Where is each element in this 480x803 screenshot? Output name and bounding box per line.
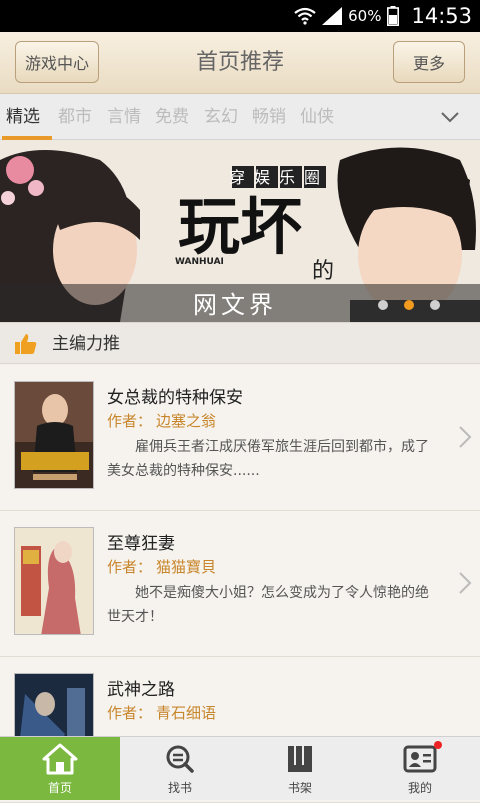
tab-xianxia[interactable]: 仙侠 bbox=[300, 94, 334, 140]
bottom-navigation: 首页 找书 书架 我的 bbox=[0, 736, 480, 800]
book-title: 女总裁的特种保安 bbox=[107, 383, 243, 408]
nav-profile[interactable]: 我的 bbox=[360, 737, 480, 800]
banner-de: 的 bbox=[312, 259, 334, 284]
book-author: 作者：猫猫寶貝 bbox=[107, 556, 216, 577]
book-title: 武神之路 bbox=[107, 675, 175, 700]
carousel-dot[interactable] bbox=[378, 300, 388, 310]
nav-label: 书架 bbox=[240, 779, 360, 796]
book-cover bbox=[14, 527, 94, 635]
list-item-book-1[interactable]: 女总裁的特种保安 作者：边塞之翁 雇佣兵王者江成厌倦军旅生涯后回到都市，成了美女… bbox=[0, 365, 480, 511]
book-description: 雇佣兵王者江成厌倦军旅生涯后回到都市，成了美女总裁的特种保安...... bbox=[107, 435, 442, 483]
bookshelf-icon bbox=[282, 743, 318, 775]
author-label: 作者： bbox=[107, 558, 152, 576]
section-title: 主编力推 bbox=[52, 323, 120, 365]
tab-fantasy[interactable]: 玄幻 bbox=[204, 94, 238, 140]
status-bar: 60% 14:53 bbox=[0, 0, 480, 32]
book-cover bbox=[14, 381, 94, 489]
nav-home[interactable]: 首页 bbox=[0, 737, 120, 800]
author-name: 青石细语 bbox=[156, 704, 216, 722]
app-header: 首页推荐 游戏中心 更多 bbox=[0, 32, 480, 94]
nav-find-books[interactable]: 找书 bbox=[120, 737, 240, 800]
carousel-dot[interactable] bbox=[430, 300, 440, 310]
nav-label: 我的 bbox=[360, 779, 480, 796]
section-header: 主编力推 bbox=[0, 322, 480, 364]
author-name: 猫猫寶貝 bbox=[156, 558, 216, 576]
author-name: 边塞之翁 bbox=[156, 412, 216, 430]
search-icon bbox=[162, 743, 198, 775]
carousel-dot-active[interactable] bbox=[404, 300, 414, 310]
signal-icon bbox=[322, 7, 342, 25]
author-label: 作者： bbox=[107, 412, 152, 430]
nav-label: 首页 bbox=[0, 779, 120, 796]
chevron-right-icon bbox=[458, 571, 472, 595]
profile-card-icon bbox=[402, 743, 438, 775]
tab-bestseller[interactable]: 畅销 bbox=[252, 94, 286, 140]
book-title: 至尊狂妻 bbox=[107, 529, 175, 554]
category-tabs: 精选 都市 言情 免费 玄幻 畅销 仙侠 bbox=[0, 94, 480, 140]
banner-latin: WANHUAI bbox=[175, 257, 224, 267]
battery-icon bbox=[387, 6, 399, 26]
banner-line1: 穿娱乐圈 bbox=[229, 168, 329, 187]
book-author: 作者：青石细语 bbox=[107, 702, 216, 723]
notification-dot bbox=[434, 741, 442, 749]
book-description: 她不是痴傻大小姐？怎么变成为了令人惊艳的绝世天才！ bbox=[107, 581, 442, 629]
banner-subtitle: 网文界 bbox=[193, 285, 277, 320]
chevron-down-icon[interactable] bbox=[440, 107, 460, 127]
home-icon bbox=[42, 743, 78, 775]
tab-free[interactable]: 免费 bbox=[155, 94, 189, 140]
more-button[interactable]: 更多 bbox=[393, 41, 465, 83]
carousel-indicator bbox=[378, 300, 440, 310]
nav-bookshelf[interactable]: 书架 bbox=[240, 737, 360, 800]
book-author: 作者：边塞之翁 bbox=[107, 410, 216, 431]
game-center-button[interactable]: 游戏中心 bbox=[15, 41, 99, 83]
chevron-right-icon bbox=[458, 425, 472, 449]
tab-featured[interactable]: 精选 bbox=[6, 94, 40, 140]
promo-banner[interactable]: 穿娱乐圈 玩坏 的 WANHUAI 网文界 bbox=[0, 140, 480, 322]
nav-label: 找书 bbox=[120, 779, 240, 796]
author-label: 作者： bbox=[107, 704, 152, 722]
tab-romance[interactable]: 言情 bbox=[107, 94, 141, 140]
battery-percent: 60% bbox=[348, 7, 381, 25]
list-item-book-2[interactable]: 至尊狂妻 作者：猫猫寶貝 她不是痴傻大小姐？怎么变成为了令人惊艳的绝世天才！ bbox=[0, 511, 480, 657]
thumbs-up-icon bbox=[14, 332, 38, 356]
clock: 14:53 bbox=[411, 4, 472, 28]
banner-main-title: 玩坏 bbox=[178, 190, 302, 263]
status-icons: 60% 14:53 bbox=[294, 0, 472, 32]
tab-urban[interactable]: 都市 bbox=[58, 94, 92, 140]
wifi-icon bbox=[294, 7, 316, 25]
